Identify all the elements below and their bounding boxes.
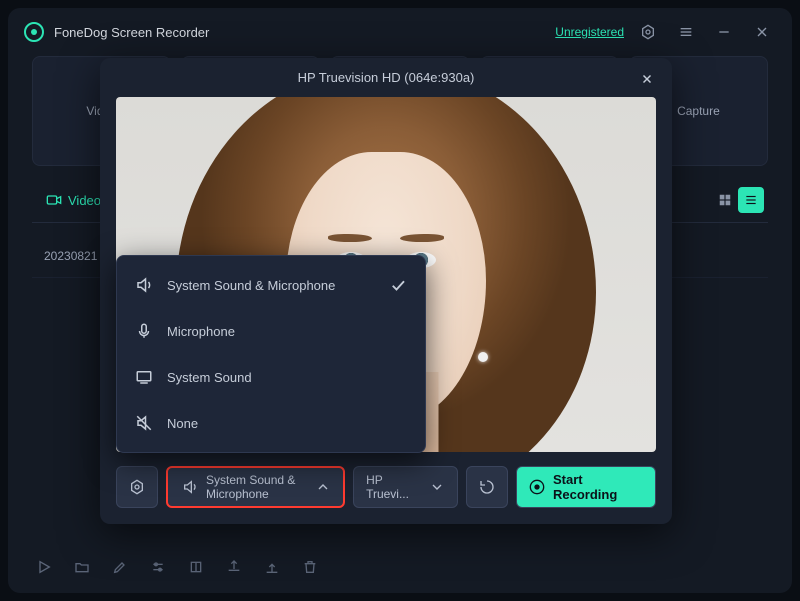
mute-icon	[135, 414, 153, 432]
list-view-button[interactable]	[738, 187, 764, 213]
option-label: System Sound	[167, 370, 252, 385]
view-toggle	[712, 187, 764, 213]
file-action-icon[interactable]	[706, 245, 728, 267]
tab-label: Video	[68, 193, 101, 208]
option-label: None	[167, 416, 198, 431]
file-name: 20230821	[44, 249, 97, 263]
mode-label: Capture	[677, 104, 720, 118]
modal-header: HP Truevision HD (064e:930a)	[100, 58, 672, 97]
chevron-down-icon	[429, 479, 445, 495]
audio-option-none[interactable]: None	[117, 400, 425, 446]
titlebar: FoneDog Screen Recorder Unregistered	[8, 8, 792, 56]
audio-option-system-and-mic[interactable]: System Sound & Microphone	[117, 262, 425, 308]
option-label: Microphone	[167, 324, 235, 339]
trash-icon[interactable]	[298, 555, 322, 579]
file-action-icon[interactable]	[734, 245, 756, 267]
export-icon[interactable]	[222, 555, 246, 579]
app-logo-icon	[24, 22, 44, 42]
bottom-toolbar	[8, 547, 792, 593]
start-recording-button[interactable]: Start Recording	[516, 466, 656, 508]
camera-device-dropdown[interactable]: HP Truevi...	[353, 466, 458, 508]
modal-close-button[interactable]	[636, 68, 658, 90]
record-icon	[529, 479, 545, 495]
settings-icon[interactable]	[634, 18, 662, 46]
system-sound-icon	[135, 368, 153, 386]
minimize-button[interactable]	[710, 18, 738, 46]
option-label: System Sound & Microphone	[167, 278, 335, 293]
compress-icon[interactable]	[184, 555, 208, 579]
chevron-up-icon	[315, 479, 331, 495]
share-icon[interactable]	[260, 555, 284, 579]
modal-settings-button[interactable]	[116, 466, 158, 508]
grid-view-button[interactable]	[712, 187, 738, 213]
audio-source-menu: System Sound & Microphone Microphone Sys…	[116, 255, 426, 453]
unregistered-link[interactable]: Unregistered	[555, 25, 624, 39]
equalizer-icon[interactable]	[146, 555, 170, 579]
app-title: FoneDog Screen Recorder	[54, 25, 209, 40]
reset-button[interactable]	[466, 466, 508, 508]
modal-footer: System Sound & Microphone HP Truevi... S…	[100, 452, 672, 524]
play-icon[interactable]	[32, 555, 56, 579]
start-label: Start Recording	[553, 472, 643, 502]
video-icon	[46, 192, 62, 208]
folder-icon[interactable]	[70, 555, 94, 579]
modal-title: HP Truevision HD (064e:930a)	[298, 70, 475, 85]
menu-icon[interactable]	[672, 18, 700, 46]
speaker-icon	[135, 276, 153, 294]
check-icon	[389, 276, 407, 294]
edit-icon[interactable]	[108, 555, 132, 579]
camera-label: HP Truevi...	[366, 473, 421, 501]
close-button[interactable]	[748, 18, 776, 46]
audio-option-system-sound[interactable]: System Sound	[117, 354, 425, 400]
speaker-icon	[182, 479, 198, 495]
audio-option-microphone[interactable]: Microphone	[117, 308, 425, 354]
microphone-icon	[135, 322, 153, 340]
audio-label: System Sound & Microphone	[206, 473, 307, 501]
audio-source-dropdown[interactable]: System Sound & Microphone	[166, 466, 345, 508]
